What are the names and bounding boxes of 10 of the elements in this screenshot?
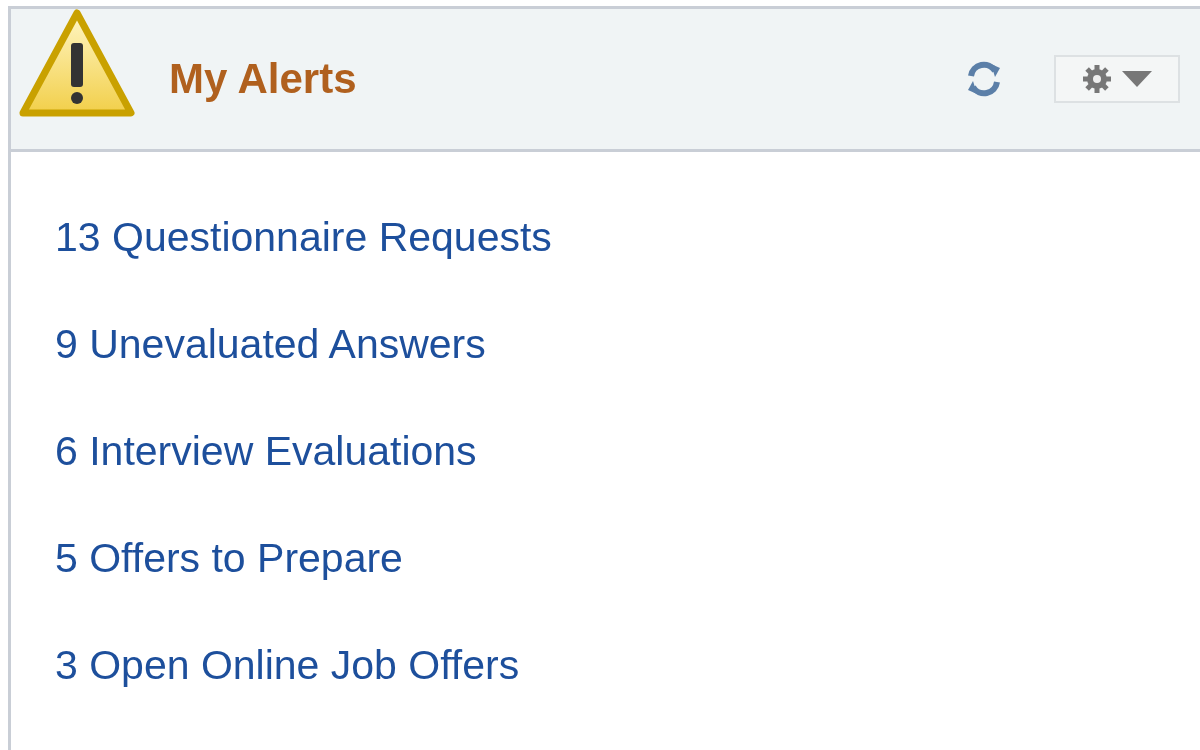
settings-button[interactable] <box>1054 55 1180 103</box>
alert-link[interactable]: 5 Offers to Prepare <box>55 533 403 583</box>
caret-icon <box>1122 71 1152 87</box>
alert-link[interactable]: 13 Questionnaire Requests <box>55 212 552 262</box>
gear-icon <box>1082 64 1112 94</box>
alert-link[interactable]: 6 Interview Evaluations <box>55 426 477 476</box>
warning-icon <box>19 9 135 119</box>
alert-link[interactable]: 3 Open Online Job Offers <box>55 640 520 690</box>
alert-link[interactable]: 9 Unevaluated Answers <box>55 319 486 369</box>
panel-title: My Alerts <box>169 55 357 103</box>
